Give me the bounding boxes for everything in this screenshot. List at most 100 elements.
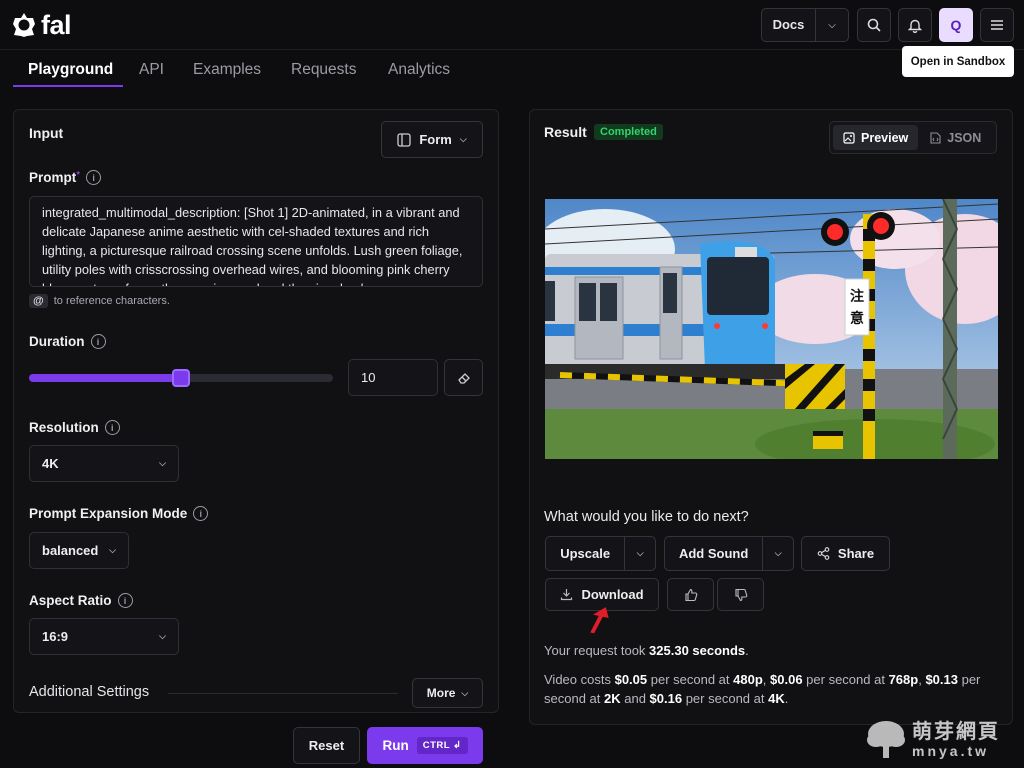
upscale-split-button: Upscale ⌵ (545, 536, 656, 571)
watermark-url: mnya.tw (912, 742, 990, 759)
took-suffix: . (745, 643, 749, 658)
reference-hint-text: to reference characters. (53, 295, 170, 307)
additional-settings-label: Additional Settings (29, 684, 150, 700)
form-mode-dropdown[interactable]: Form ⌵ (381, 121, 483, 158)
thumbs-down-icon (734, 588, 747, 601)
aspect-label: Aspect Ratio (29, 593, 112, 608)
cost-part: . (784, 691, 789, 706)
tab-preview[interactable]: Preview (833, 125, 919, 150)
chevron-down-icon[interactable]: ⌵ (816, 20, 848, 31)
image-icon (843, 131, 855, 144)
docs-dropdown[interactable]: Docs ⌵ (761, 8, 849, 42)
aspect-label-row: Aspect Ratio i (29, 593, 133, 608)
cost-part: 768p (888, 672, 919, 687)
reset-button[interactable]: Reset (293, 727, 360, 764)
run-button[interactable]: Run CTRL ↲ (367, 727, 483, 764)
prompt-textarea[interactable]: integrated_multimodal_description: [Shot… (29, 196, 483, 287)
share-button[interactable]: Share (801, 536, 890, 571)
watermark: 萌芽網頁 mnya.tw (866, 718, 1000, 760)
open-in-sandbox-button[interactable]: Open in Sandbox (902, 46, 1014, 77)
expansion-select[interactable]: balanced ⌵ (29, 532, 129, 569)
cost-part: per second at (682, 691, 769, 706)
required-marker: * (76, 170, 81, 181)
divider (168, 693, 398, 694)
info-icon[interactable]: i (193, 506, 209, 521)
watermark-title: 萌芽網頁 (912, 718, 1000, 743)
duration-slider-fill (29, 374, 181, 382)
avatar[interactable]: Q (939, 8, 973, 42)
cost-part: $0.06 (770, 672, 803, 687)
expansion-label-row: Prompt Expansion Mode i (29, 506, 209, 521)
tab-analytics[interactable]: Analytics (388, 52, 450, 88)
chevron-down-icon: ⌵ (461, 687, 469, 698)
tab-examples[interactable]: Examples (193, 52, 261, 88)
fal-logo[interactable]: fal (12, 10, 72, 40)
file-code-icon (930, 131, 941, 144)
took-prefix: Your request took (544, 643, 650, 658)
info-icon[interactable]: i (104, 420, 120, 435)
info-icon[interactable]: i (86, 170, 102, 185)
tab-requests[interactable]: Requests (291, 52, 356, 88)
signal-sign-char-1: 注 (850, 288, 864, 305)
menu-button[interactable] (980, 8, 1014, 42)
duration-label: Duration (29, 334, 85, 349)
cost-part: , (762, 672, 771, 687)
cost-part: 480p (733, 672, 763, 687)
tab-json[interactable]: JSON (920, 125, 991, 150)
cost-part: $0.13 (925, 672, 958, 687)
json-label: JSON (947, 130, 982, 145)
resolution-label: Resolution (29, 420, 99, 435)
search-icon (867, 18, 881, 32)
search-button[interactable] (857, 8, 891, 42)
result-preview-image[interactable]: 注 意 (545, 199, 998, 459)
resolution-value: 4K (42, 456, 59, 471)
resolution-label-row: Resolution i (29, 420, 120, 435)
share-icon (817, 547, 830, 560)
cost-part: 4K (768, 691, 785, 706)
cost-part: and (620, 691, 650, 706)
run-label: Run (382, 738, 409, 753)
chevron-down-icon[interactable]: ⌵ (763, 548, 793, 559)
thumbs-up-button[interactable] (667, 578, 714, 611)
reset-duration-button[interactable] (444, 359, 483, 396)
chevron-down-icon: ⌵ (109, 545, 116, 555)
next-question: What would you like to do next? (544, 509, 749, 525)
status-badge: Completed (594, 124, 663, 140)
request-duration-text: Your request took 325.30 seconds. (544, 641, 749, 660)
download-label: Download (581, 587, 644, 602)
reference-hint: @ to reference characters. (29, 294, 170, 308)
notifications-button[interactable] (898, 8, 932, 42)
docs-label: Docs (762, 9, 816, 41)
resolution-select[interactable]: 4K ⌵ (29, 445, 179, 482)
upscale-button[interactable]: Upscale (546, 537, 626, 570)
chevron-down-icon[interactable]: ⌵ (625, 548, 655, 559)
prompt-label-row: Prompt * i (29, 170, 102, 185)
eraser-icon (457, 372, 470, 384)
tab-playground[interactable]: Playground (28, 52, 113, 88)
bell-icon (908, 19, 922, 33)
duration-slider-thumb[interactable] (172, 369, 190, 387)
run-shortcut: CTRL ↲ (416, 737, 468, 754)
aspect-select[interactable]: 16:9 ⌵ (29, 618, 179, 655)
result-view-toggle: Preview JSON (829, 121, 997, 154)
share-label: Share (837, 546, 875, 561)
chevron-down-icon: ⌵ (459, 134, 467, 144)
add-sound-split-button: Add Sound ⌵ (664, 536, 794, 571)
active-tab-indicator (13, 85, 123, 87)
annotation-arrow-icon (590, 607, 609, 634)
prompt-label: Prompt (29, 170, 77, 185)
thumbs-down-button[interactable] (717, 578, 764, 611)
more-settings-button[interactable]: More ⌵ (412, 678, 483, 708)
info-icon[interactable]: i (90, 334, 106, 349)
tab-api[interactable]: API (139, 52, 164, 88)
thumbs-up-icon (684, 588, 697, 601)
add-sound-button[interactable]: Add Sound (665, 537, 764, 570)
brand-name: fal (41, 10, 72, 40)
info-icon[interactable]: i (117, 593, 133, 608)
cost-part: Video costs (544, 672, 615, 687)
input-title: Input (29, 125, 64, 141)
duration-input[interactable]: 10 (348, 359, 438, 396)
result-title: Result (544, 124, 587, 140)
cost-part: 2K (604, 691, 621, 706)
form-mode-label: Form (419, 132, 452, 147)
